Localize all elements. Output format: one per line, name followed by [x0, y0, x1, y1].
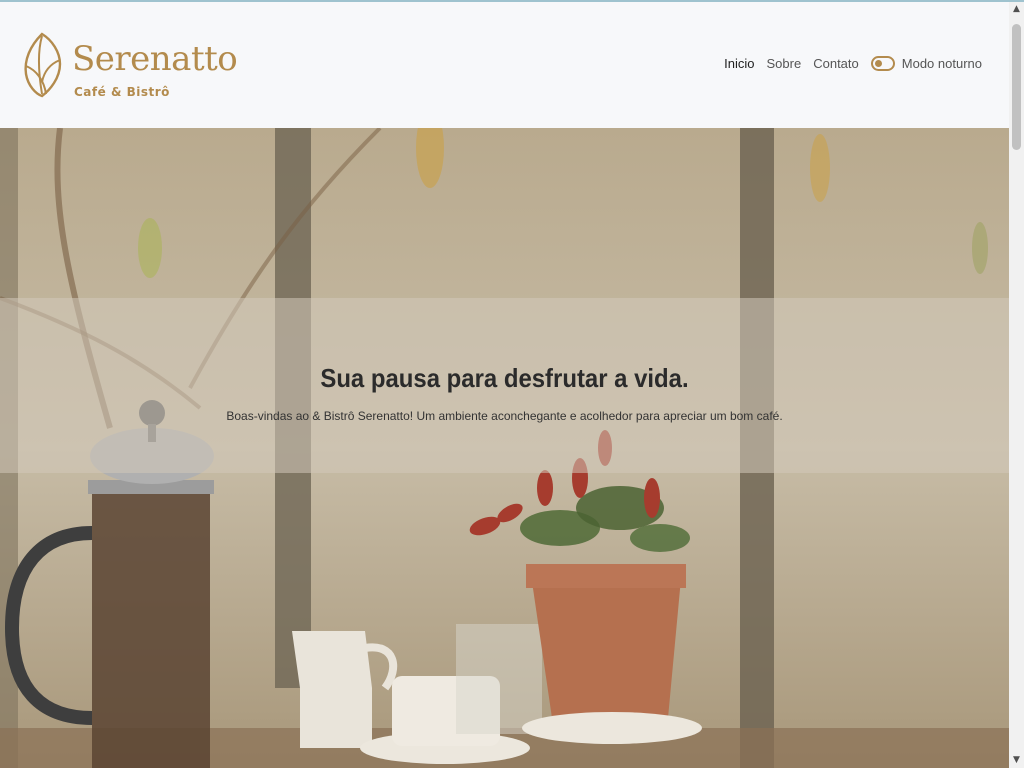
chevron-up-icon[interactable]: ▲	[1009, 2, 1024, 17]
page: Serenatto Café & Bistrô Inicio Sobre Con…	[0, 2, 1009, 768]
hero-section: Sua pausa para desfrutar a vida. Boas-vi…	[0, 128, 1009, 768]
chevron-down-icon[interactable]: ▼	[1009, 753, 1024, 768]
dark-mode-label: Modo noturno	[901, 56, 982, 71]
nav-link-inicio[interactable]: Inicio	[724, 56, 754, 71]
scrollbar-thumb[interactable]	[1012, 24, 1021, 150]
nav-link-sobre[interactable]: Sobre	[767, 56, 802, 71]
hero-title: Sua pausa para desfrutar a vida.	[320, 363, 689, 394]
hero-text: Boas-vindas ao & Bistrô Serenatto! Um am…	[226, 409, 783, 423]
toggle-knob	[874, 60, 882, 67]
dark-mode-toggle[interactable]: Modo noturno	[870, 56, 982, 71]
brand-name: Serenatto	[72, 39, 238, 79]
coffee-bean-leaf-icon	[24, 32, 62, 98]
brand-logo[interactable]: Serenatto Café & Bistrô	[22, 30, 238, 102]
site-header: Serenatto Café & Bistrô Inicio Sobre Con…	[0, 2, 1009, 128]
toggle-switch[interactable]	[870, 56, 895, 71]
hero-banner: Sua pausa para desfrutar a vida. Boas-vi…	[0, 298, 1009, 473]
nav-link-contato[interactable]: Contato	[813, 56, 859, 71]
main-nav: Inicio Sobre Contato Modo noturno	[724, 56, 982, 71]
brand-subtitle: Café & Bistrô	[74, 85, 170, 99]
vertical-scrollbar[interactable]: ▲ ▼	[1009, 2, 1024, 768]
